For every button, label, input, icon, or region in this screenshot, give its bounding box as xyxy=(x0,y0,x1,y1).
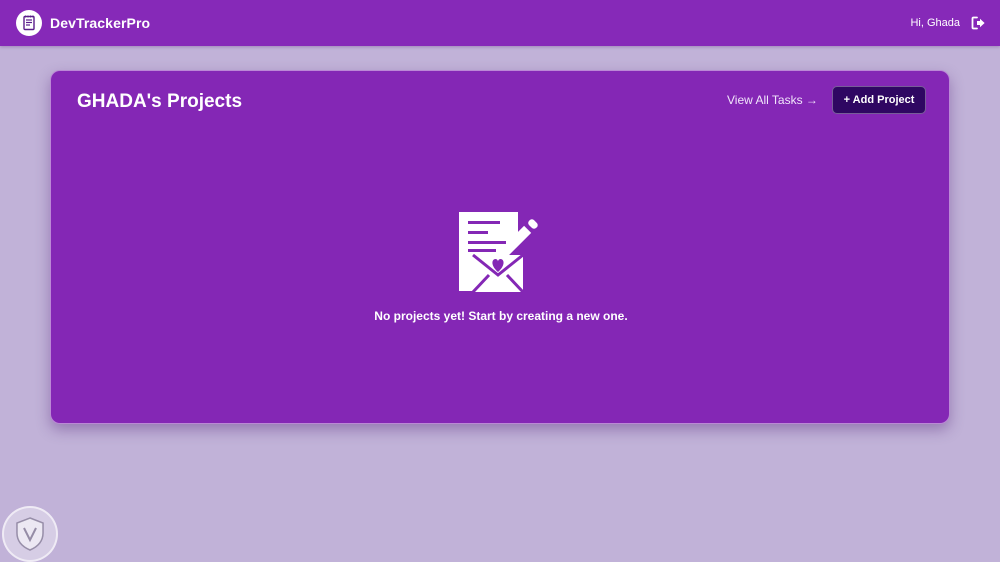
page-title: GHADA's Projects xyxy=(77,91,243,112)
user-area: Hi, Ghada xyxy=(910,15,986,31)
add-project-button[interactable]: + Add Project xyxy=(832,86,926,114)
projects-card: GHADA's Projects View All Tasks → + Add … xyxy=(50,70,950,424)
document-envelope-heart-icon xyxy=(456,209,546,299)
notepad-icon xyxy=(16,10,42,36)
user-greeting: Hi, Ghada xyxy=(910,17,960,29)
empty-state-message: No projects yet! Start by creating a new… xyxy=(374,309,628,323)
top-navbar: DevTrackerPro Hi, Ghada xyxy=(0,0,1000,46)
brand[interactable]: DevTrackerPro xyxy=(16,10,150,36)
logout-icon[interactable] xyxy=(970,15,986,31)
view-all-tasks-link[interactable]: View All Tasks → xyxy=(727,93,818,107)
brand-name: DevTrackerPro xyxy=(50,15,151,31)
shield-logo-icon xyxy=(2,506,58,562)
